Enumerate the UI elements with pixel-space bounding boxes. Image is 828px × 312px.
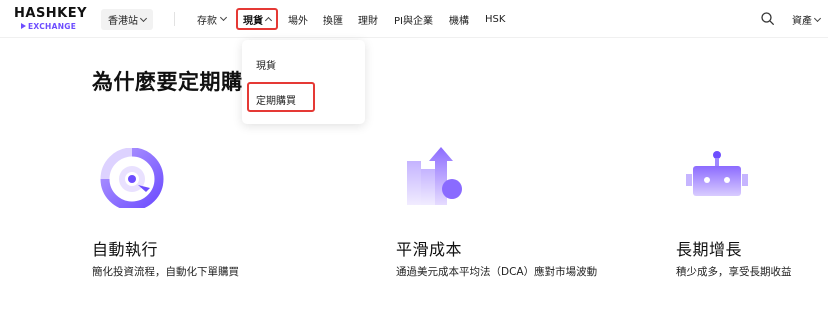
nav-item-label: 換匯: [323, 15, 343, 27]
nav-item-label: HSK: [485, 13, 506, 25]
nav-item-label: 存款: [197, 15, 217, 27]
feature-title: 平滑成本: [396, 240, 463, 259]
assets-label: 資產: [792, 16, 812, 27]
nav-item-label: 現貨: [243, 15, 263, 27]
nav-item-institutions[interactable]: 機構: [449, 12, 469, 27]
nav-divider: [174, 12, 175, 26]
feature-desc: 積少成多，享受長期收益: [676, 266, 792, 278]
nav-item-spot[interactable]: 現貨: [236, 8, 278, 30]
search-icon[interactable]: [761, 12, 774, 25]
spot-dropdown-menu: 現貨 定期購買: [242, 40, 365, 124]
dropdown-item-spot[interactable]: 現貨: [256, 57, 276, 72]
nav-item-label: 場外: [288, 15, 308, 27]
robot-icon: [686, 151, 748, 196]
dropdown-item-recurring-buy[interactable]: 定期購買: [256, 92, 296, 107]
top-nav-bar: HASHKEY EXCHANGE 香港站 存款 現貨 場外 換匯 理財 PI與企…: [0, 0, 828, 38]
region-selector[interactable]: 香港站: [101, 9, 153, 30]
target-icon: [100, 148, 164, 208]
hashkey-logo[interactable]: HASHKEY EXCHANGE: [14, 6, 88, 33]
chevron-down-icon: [813, 14, 822, 22]
chevron-up-icon: [264, 16, 273, 25]
nav-item-hsk[interactable]: HSK: [485, 12, 505, 26]
chevron-down-icon: [219, 13, 228, 22]
assets-menu[interactable]: 資產: [792, 12, 822, 27]
feature-title: 長期增長: [676, 240, 743, 259]
page-title: 為什麼要定期購: [92, 70, 243, 94]
logo-arrow-icon: [21, 23, 26, 29]
logo-wordmark: HASHKEY: [14, 6, 88, 21]
nav-item-pi-enterprise[interactable]: PI與企業: [394, 12, 433, 27]
growth-chart-icon: [407, 147, 462, 205]
feature-desc: 簡化投資流程，自動化下單購買: [92, 266, 239, 278]
feature-title: 自動執行: [92, 240, 159, 259]
nav-item-exchange[interactable]: 換匯: [323, 12, 343, 27]
feature-desc: 通過美元成本平均法（DCA）應對市場波動: [396, 266, 598, 278]
region-label: 香港站: [108, 16, 138, 27]
nav-item-otc[interactable]: 場外: [288, 12, 308, 27]
chevron-down-icon: [139, 14, 148, 22]
logo-subtitle: EXCHANGE: [28, 22, 77, 31]
nav-item-wealth[interactable]: 理財: [358, 12, 378, 27]
nav-item-label: 機構: [449, 15, 469, 27]
nav-item-deposit[interactable]: 存款: [197, 12, 228, 27]
nav-item-label: 理財: [358, 15, 378, 27]
nav-item-label: PI與企業: [394, 15, 433, 27]
